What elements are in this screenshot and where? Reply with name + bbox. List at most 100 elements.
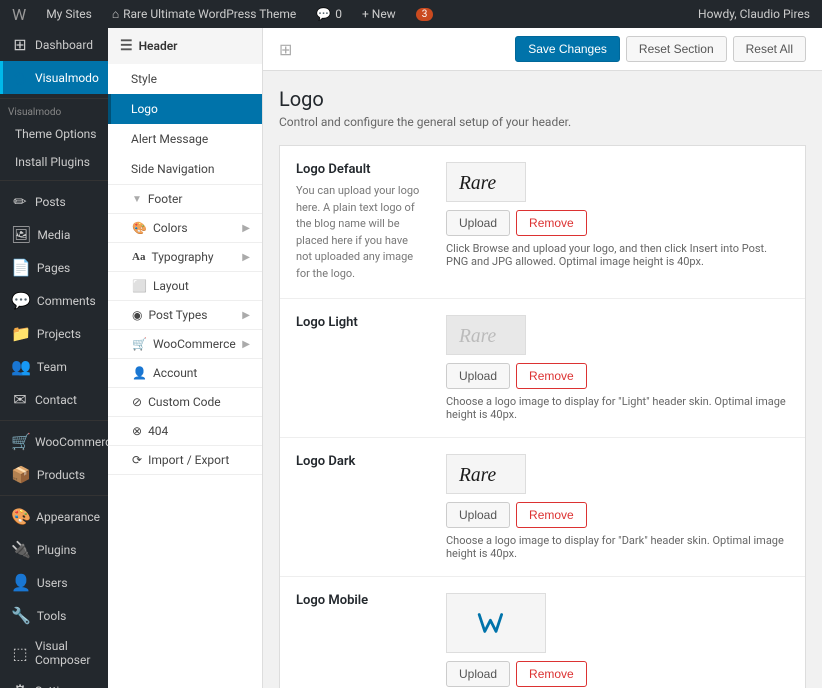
remove-default-button[interactable]: Remove	[516, 210, 587, 236]
sidebar-label-install-plugins: Install Plugins	[15, 155, 90, 169]
reset-all-top-button[interactable]: Reset All	[733, 36, 806, 62]
theme-section-import-export: ⟳ Import / Export	[108, 446, 262, 475]
sidebar-item-posts[interactable]: ✏ Posts	[0, 185, 108, 218]
howdy-item[interactable]: Howdy, Claudio Pires	[694, 0, 814, 28]
site-name-item[interactable]: ⌂ Rare Ultimate WordPress Theme	[108, 0, 300, 28]
logo-default-desc: You can upload your logo here. A plain t…	[296, 183, 426, 282]
theme-item-alert-message[interactable]: Alert Message	[108, 124, 262, 154]
typography-section-toggle[interactable]: Aa Typography ▶	[108, 243, 262, 271]
post-types-arrow-icon: ▶	[242, 310, 250, 321]
header-section-toggle[interactable]: ☰ Header	[108, 28, 262, 64]
woocommerce-section-toggle[interactable]: 🛒 WooCommerce ▶	[108, 330, 262, 358]
sidebar-label-plugins: Plugins	[37, 543, 77, 557]
typography-label: Typography	[151, 250, 213, 264]
new-item[interactable]: + New	[358, 0, 400, 28]
sidebar-label-tools: Tools	[37, 609, 66, 623]
sidebar-label-comments: Comments	[37, 294, 96, 308]
custom-code-section-toggle[interactable]: ⊘ Custom Code	[108, 388, 262, 416]
logo-mobile-actions: Upload Remove	[446, 661, 789, 687]
logo-settings-section: Logo Default You can upload your logo he…	[279, 145, 806, 688]
sidebar-item-projects[interactable]: 📁 Projects	[0, 317, 108, 350]
theme-item-logo[interactable]: Logo	[108, 94, 262, 124]
sidebar-label-visualmodo: Visualmodo	[35, 71, 99, 85]
new-label: + New	[362, 7, 396, 21]
sidebar-divider-1	[0, 98, 108, 99]
sidebar-item-woocommerce[interactable]: 🛒 WooCommerce	[0, 425, 108, 458]
post-types-section-toggle[interactable]: ◉ Post Types ▶	[108, 301, 262, 329]
layout-section-toggle[interactable]: ⬜ Layout	[108, 272, 262, 300]
upload-default-button[interactable]: Upload	[446, 210, 510, 236]
site-name-label: Rare Ultimate WordPress Theme	[123, 7, 296, 21]
wp-icon: W	[12, 5, 26, 24]
svg-text:Rare: Rare	[458, 173, 497, 194]
upload-light-button[interactable]: Upload	[446, 363, 510, 389]
colors-label: Colors	[153, 221, 188, 235]
sidebar-item-pages[interactable]: 📄 Pages	[0, 251, 108, 284]
sidebar-item-users[interactable]: 👤 Users	[0, 566, 108, 599]
my-sites-item[interactable]: My Sites	[42, 0, 96, 28]
admin-bar: W My Sites ⌂ Rare Ultimate WordPress The…	[0, 0, 822, 28]
sidebar-item-media[interactable]: 🖼 Media	[0, 218, 108, 251]
home-icon: ⌂	[112, 7, 119, 21]
sidebar-item-appearance[interactable]: 🎨 Appearance	[0, 500, 108, 533]
remove-dark-button[interactable]: Remove	[516, 502, 587, 528]
notif-item[interactable]: 3	[412, 0, 438, 28]
posts-icon: ✏	[11, 192, 29, 211]
remove-mobile-button[interactable]: Remove	[516, 661, 587, 687]
logo-light-actions: Upload Remove	[446, 363, 789, 389]
sidebar-item-dashboard[interactable]: ⊞ Dashboard	[0, 28, 108, 61]
settings-icon: ⚙	[11, 681, 29, 688]
main-content-area: ⊞ Save Changes Reset Section Reset All L…	[263, 28, 822, 688]
theme-section-header: ☰ Header Style Logo Alert Message Side N…	[108, 28, 262, 185]
reset-section-top-button[interactable]: Reset Section	[626, 36, 727, 62]
sidebar-label-appearance: Appearance	[36, 510, 100, 524]
logo-default-content: Rare Upload Remove Click Browse and uplo…	[446, 162, 789, 282]
sidebar-item-visualmodo[interactable]: ◉ Visualmodo	[0, 61, 108, 94]
theme-item-style[interactable]: Style	[108, 64, 262, 94]
rare-logo-default-svg: Rare	[456, 168, 516, 196]
account-section-toggle[interactable]: 👤 Account	[108, 359, 262, 387]
sidebar-item-visual-composer[interactable]: ⬚ Visual Composer	[0, 632, 108, 674]
theme-item-side-navigation[interactable]: Side Navigation	[108, 154, 262, 184]
sidebar-sub-visualmodo: Visualmodo	[0, 103, 108, 120]
woocommerce-theme-label: WooCommerce	[153, 337, 236, 351]
sidebar-divider-4	[0, 495, 108, 496]
page-description: Control and configure the general setup …	[279, 115, 806, 129]
notif-badge: 3	[416, 8, 434, 21]
footer-section-toggle[interactable]: ▼ Footer	[108, 185, 262, 213]
sidebar-divider-2	[0, 180, 108, 181]
sidebar-label-users: Users	[37, 576, 68, 590]
sidebar-item-tools[interactable]: 🔧 Tools	[0, 599, 108, 632]
upload-dark-button[interactable]: Upload	[446, 502, 510, 528]
sidebar-label-dashboard: Dashboard	[35, 38, 93, 52]
sidebar-item-contact[interactable]: ✉ Contact	[0, 383, 108, 416]
comment-count-item[interactable]: 💬 0	[312, 0, 346, 28]
theme-section-footer: ▼ Footer	[108, 185, 262, 214]
my-sites-label: My Sites	[46, 7, 92, 21]
products-icon: 📦	[11, 465, 31, 484]
sidebar-item-plugins[interactable]: 🔌 Plugins	[0, 533, 108, 566]
projects-icon: 📁	[11, 324, 31, 343]
404-section-toggle[interactable]: ⊗ 404	[108, 417, 262, 445]
sidebar-item-settings[interactable]: ⚙ Settings	[0, 674, 108, 688]
typography-icon: Aa	[132, 251, 145, 263]
upload-mobile-button[interactable]: Upload	[446, 661, 510, 687]
sidebar-item-team[interactable]: 👥 Team	[0, 350, 108, 383]
colors-section-toggle[interactable]: 🎨 Colors ▶	[108, 214, 262, 242]
sidebar-item-comments[interactable]: 💬 Comments	[0, 284, 108, 317]
post-types-label: Post Types	[148, 308, 207, 322]
theme-section-custom-code: ⊘ Custom Code	[108, 388, 262, 417]
remove-light-button[interactable]: Remove	[516, 363, 587, 389]
wp-logo-item[interactable]: W	[8, 0, 30, 28]
main-toolbar: ⊞ Save Changes Reset Section Reset All	[263, 28, 822, 71]
theme-section-typography: Aa Typography ▶	[108, 243, 262, 272]
style-item-label: Style	[131, 72, 157, 86]
sidebar-item-products[interactable]: 📦 Products	[0, 458, 108, 491]
layout-label: Layout	[153, 279, 189, 293]
sidebar-item-theme-options[interactable]: Theme Options	[0, 120, 108, 148]
save-changes-top-button[interactable]: Save Changes	[515, 36, 620, 62]
howdy-label: Howdy, Claudio Pires	[698, 7, 810, 21]
sidebar-item-install-plugins[interactable]: Install Plugins	[0, 148, 108, 176]
alert-message-label: Alert Message	[131, 132, 208, 146]
import-export-section-toggle[interactable]: ⟳ Import / Export	[108, 446, 262, 474]
